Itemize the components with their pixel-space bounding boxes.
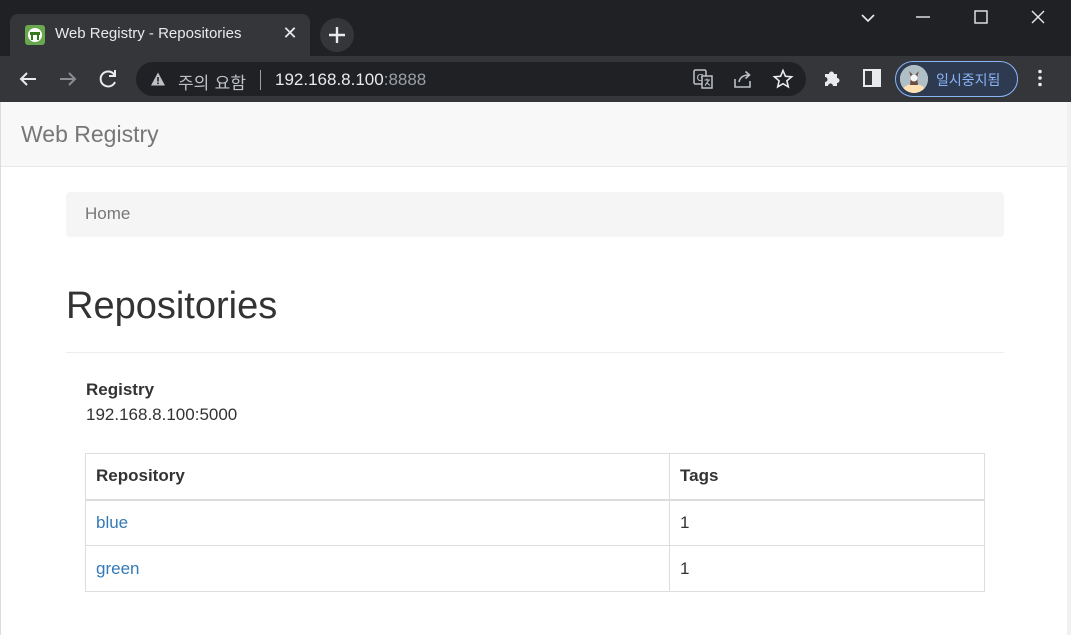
browser-titlebar: Web Registry - Repositories ✕	[0, 0, 1071, 56]
navbar-brand-link[interactable]: Web Registry	[21, 121, 159, 148]
security-status-label[interactable]: 주의 요함	[178, 69, 246, 94]
repository-cell: blue	[85, 499, 670, 546]
close-window-icon[interactable]	[1024, 4, 1052, 32]
table-row: green 1	[85, 545, 985, 592]
share-icon[interactable]	[732, 68, 754, 90]
tab-search-chevron-icon[interactable]	[854, 4, 882, 32]
side-panel-icon[interactable]	[861, 67, 883, 89]
column-header-repository: Repository	[85, 453, 670, 501]
warning-triangle-icon[interactable]	[150, 71, 166, 87]
star-icon[interactable]	[772, 68, 794, 90]
tags-cell: 1	[669, 545, 985, 592]
profile-button[interactable]: 일시중지됨	[895, 61, 1018, 97]
tab-title: Web Registry - Repositories	[55, 25, 242, 42]
translate-icon[interactable]: G	[692, 68, 714, 90]
arrow-right-icon[interactable]	[54, 65, 82, 93]
repository-link-blue[interactable]: blue	[96, 513, 128, 532]
reload-icon[interactable]	[94, 65, 122, 93]
address-bar[interactable]: 주의 요함 192.168.8.100:8888 G	[136, 62, 806, 96]
browser-toolbar: 주의 요함 192.168.8.100:8888 G 일시중지됨	[0, 56, 1071, 102]
repository-cell: green	[85, 545, 670, 592]
breadcrumb-home: Home	[85, 204, 131, 223]
profile-avatar-icon	[900, 65, 928, 93]
url-text[interactable]: 192.168.8.100:8888	[275, 70, 426, 90]
url-host: 192.168.8.100	[275, 70, 384, 89]
repository-link-green[interactable]: green	[96, 559, 139, 578]
scrollbar[interactable]	[1067, 102, 1071, 635]
tags-cell: 1	[669, 499, 985, 546]
registry-value: 192.168.8.100:5000	[86, 405, 238, 424]
breadcrumb: Home	[66, 192, 1004, 237]
minimize-icon[interactable]	[909, 4, 937, 32]
browser-tab[interactable]: Web Registry - Repositories ✕	[10, 14, 310, 56]
address-separator	[260, 70, 261, 90]
arrow-left-icon[interactable]	[14, 65, 42, 93]
maximize-icon[interactable]	[967, 4, 995, 32]
registry-label: Registry	[86, 380, 155, 399]
avatar	[900, 65, 928, 93]
page-viewport: Web Registry Home Repositories Registry …	[0, 102, 1071, 635]
profile-status-label: 일시중지됨	[936, 73, 1001, 89]
page-title: Repositories	[66, 285, 278, 327]
puzzle-icon[interactable]	[821, 67, 843, 89]
site-navbar: Web Registry	[1, 102, 1068, 167]
table-header-row: Repository Tags	[85, 453, 985, 501]
kebab-menu-icon[interactable]	[1029, 67, 1051, 89]
url-port: :8888	[383, 70, 427, 89]
plus-icon	[329, 27, 345, 43]
tab-close-icon[interactable]: ✕	[280, 23, 300, 43]
title-divider	[66, 352, 1004, 353]
table-row: blue 1	[85, 499, 985, 546]
registry-favicon-icon	[25, 25, 45, 45]
column-header-tags: Tags	[669, 453, 985, 501]
repositories-table: Repository Tags blue 1 green 1	[85, 453, 985, 592]
new-tab-button[interactable]	[320, 18, 354, 52]
